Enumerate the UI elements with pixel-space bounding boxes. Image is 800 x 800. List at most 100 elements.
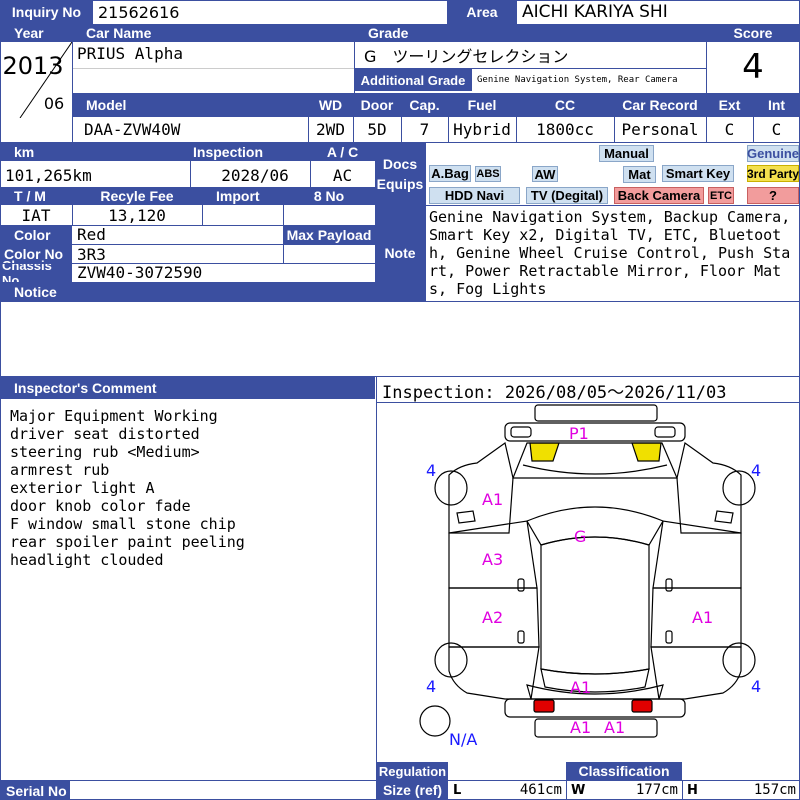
rule — [190, 161, 191, 187]
size-h-label: H — [687, 782, 698, 798]
import-value — [202, 205, 283, 225]
km-label: km — [0, 143, 190, 161]
right-front-door — [652, 520, 742, 589]
right-rear-fender — [650, 646, 742, 700]
rear-bumper-bottom — [534, 718, 658, 738]
docs-label-text: Docs — [382, 156, 418, 172]
import-label: Import — [202, 187, 283, 205]
addgrade-label: Additional Grade — [354, 69, 472, 91]
rear-window — [540, 668, 650, 693]
score-value: 4 — [742, 47, 764, 87]
record-value: Personal — [621, 120, 699, 139]
comment-label: Inspector's Comment — [0, 377, 375, 399]
tag-hddnavi: HDD Navi — [429, 187, 520, 204]
carname-label: Car Name — [72, 24, 354, 42]
rule — [0, 24, 800, 25]
roof — [540, 536, 650, 675]
ac-value: AC — [332, 165, 353, 185]
mirror-left — [456, 510, 476, 524]
damage-mark-a1: A1 — [692, 608, 714, 627]
tag-etc: ETC — [708, 187, 734, 204]
inspection-label: Inspection — [190, 143, 310, 161]
record-label: Car Record — [614, 93, 706, 117]
size-w-label: W — [571, 782, 586, 798]
damage-mark-a1: A1 — [570, 718, 592, 737]
maxpayload-value — [283, 245, 375, 263]
rule — [375, 205, 800, 206]
classification-label: Classification — [566, 762, 682, 780]
tag-thirdparty: 3rd Party — [746, 165, 800, 182]
carname-value: PRIUS Alpha — [77, 44, 183, 63]
fuel-value: Hybrid — [453, 120, 511, 139]
damage-mark-a1: A1 — [482, 490, 504, 509]
color-value: Red — [77, 225, 106, 244]
fuel-label: Fuel — [448, 93, 516, 117]
size-l-value: 461cm — [519, 782, 562, 798]
grade-value: G ツーリングセレクション — [364, 47, 569, 66]
rule — [353, 117, 354, 142]
spare-tire — [419, 705, 451, 737]
tire-tread-fr: 4 — [751, 461, 762, 480]
tag-aw: AW — [532, 166, 558, 182]
windshield — [526, 506, 664, 546]
front-plate-left — [510, 426, 532, 438]
rule — [0, 244, 375, 245]
rule — [0, 301, 800, 302]
docs-label: Docs Equips — [375, 143, 425, 205]
notice-value — [0, 302, 800, 376]
headlight-right — [631, 442, 662, 462]
equips-label-text: Equips — [376, 176, 424, 192]
serial-label: Serial No — [0, 781, 70, 800]
front-bumper-top — [534, 404, 658, 422]
tire-tread-rr: 4 — [751, 677, 762, 696]
damage-mark-a1: A1 — [604, 718, 626, 737]
km-value: 101,265km — [5, 165, 92, 185]
size-l-label: L — [453, 782, 462, 798]
rule — [448, 117, 449, 142]
tire-rear-right — [722, 642, 756, 678]
cc-value: 1800cc — [536, 120, 594, 139]
comment-line: exterior light A — [10, 479, 155, 497]
rule — [0, 142, 800, 143]
tag-genuine: Genuine — [747, 145, 800, 162]
inspection-value: 2028/06 — [221, 165, 289, 185]
rule — [0, 376, 800, 377]
tag-smartkey: Smart Key — [662, 165, 734, 182]
comment-line: steering rub <Medium> — [10, 443, 200, 461]
rule — [202, 205, 203, 225]
size-h-value: 157cm — [753, 782, 796, 798]
rule — [72, 24, 73, 142]
damage-mark-a3: A3 — [482, 550, 504, 569]
chassis-value: ZVW40-3072590 — [77, 263, 203, 282]
damage-mark-a1: A1 — [570, 678, 592, 697]
size-label: Size (ref) — [377, 780, 448, 800]
comment-line: Major Equipment Working — [10, 407, 218, 425]
rule — [753, 117, 754, 142]
month-value: 06 — [43, 93, 65, 113]
taillight-right — [631, 699, 653, 713]
rule — [0, 282, 375, 283]
ext-label: Ext — [706, 93, 753, 117]
door-handle — [665, 630, 673, 644]
size-w-value: 177cm — [635, 782, 678, 798]
wd-value: 2WD — [316, 120, 345, 139]
rear-bumper — [504, 698, 686, 718]
int-label: Int — [753, 93, 800, 117]
door-handle — [517, 578, 525, 592]
rule — [354, 24, 355, 93]
rule — [375, 143, 376, 301]
tag-abag: A.Bag — [429, 165, 471, 182]
colorno-value: 3R3 — [77, 245, 106, 263]
score-label: Score — [706, 24, 800, 42]
comment-line: door knob color fade — [10, 497, 191, 515]
tag-question: ? — [747, 187, 799, 204]
rule — [283, 205, 284, 263]
damage-mark-a2: A2 — [482, 608, 504, 627]
tag-manual: Manual — [599, 145, 654, 162]
ac-label: A / C — [310, 143, 375, 161]
rule — [0, 263, 375, 264]
headlight-left — [529, 442, 560, 462]
grade-label: Grade — [354, 24, 706, 42]
door-label: Door — [353, 93, 401, 117]
addgrade-value: Genine Navigation System, Rear Camera — [477, 75, 678, 85]
